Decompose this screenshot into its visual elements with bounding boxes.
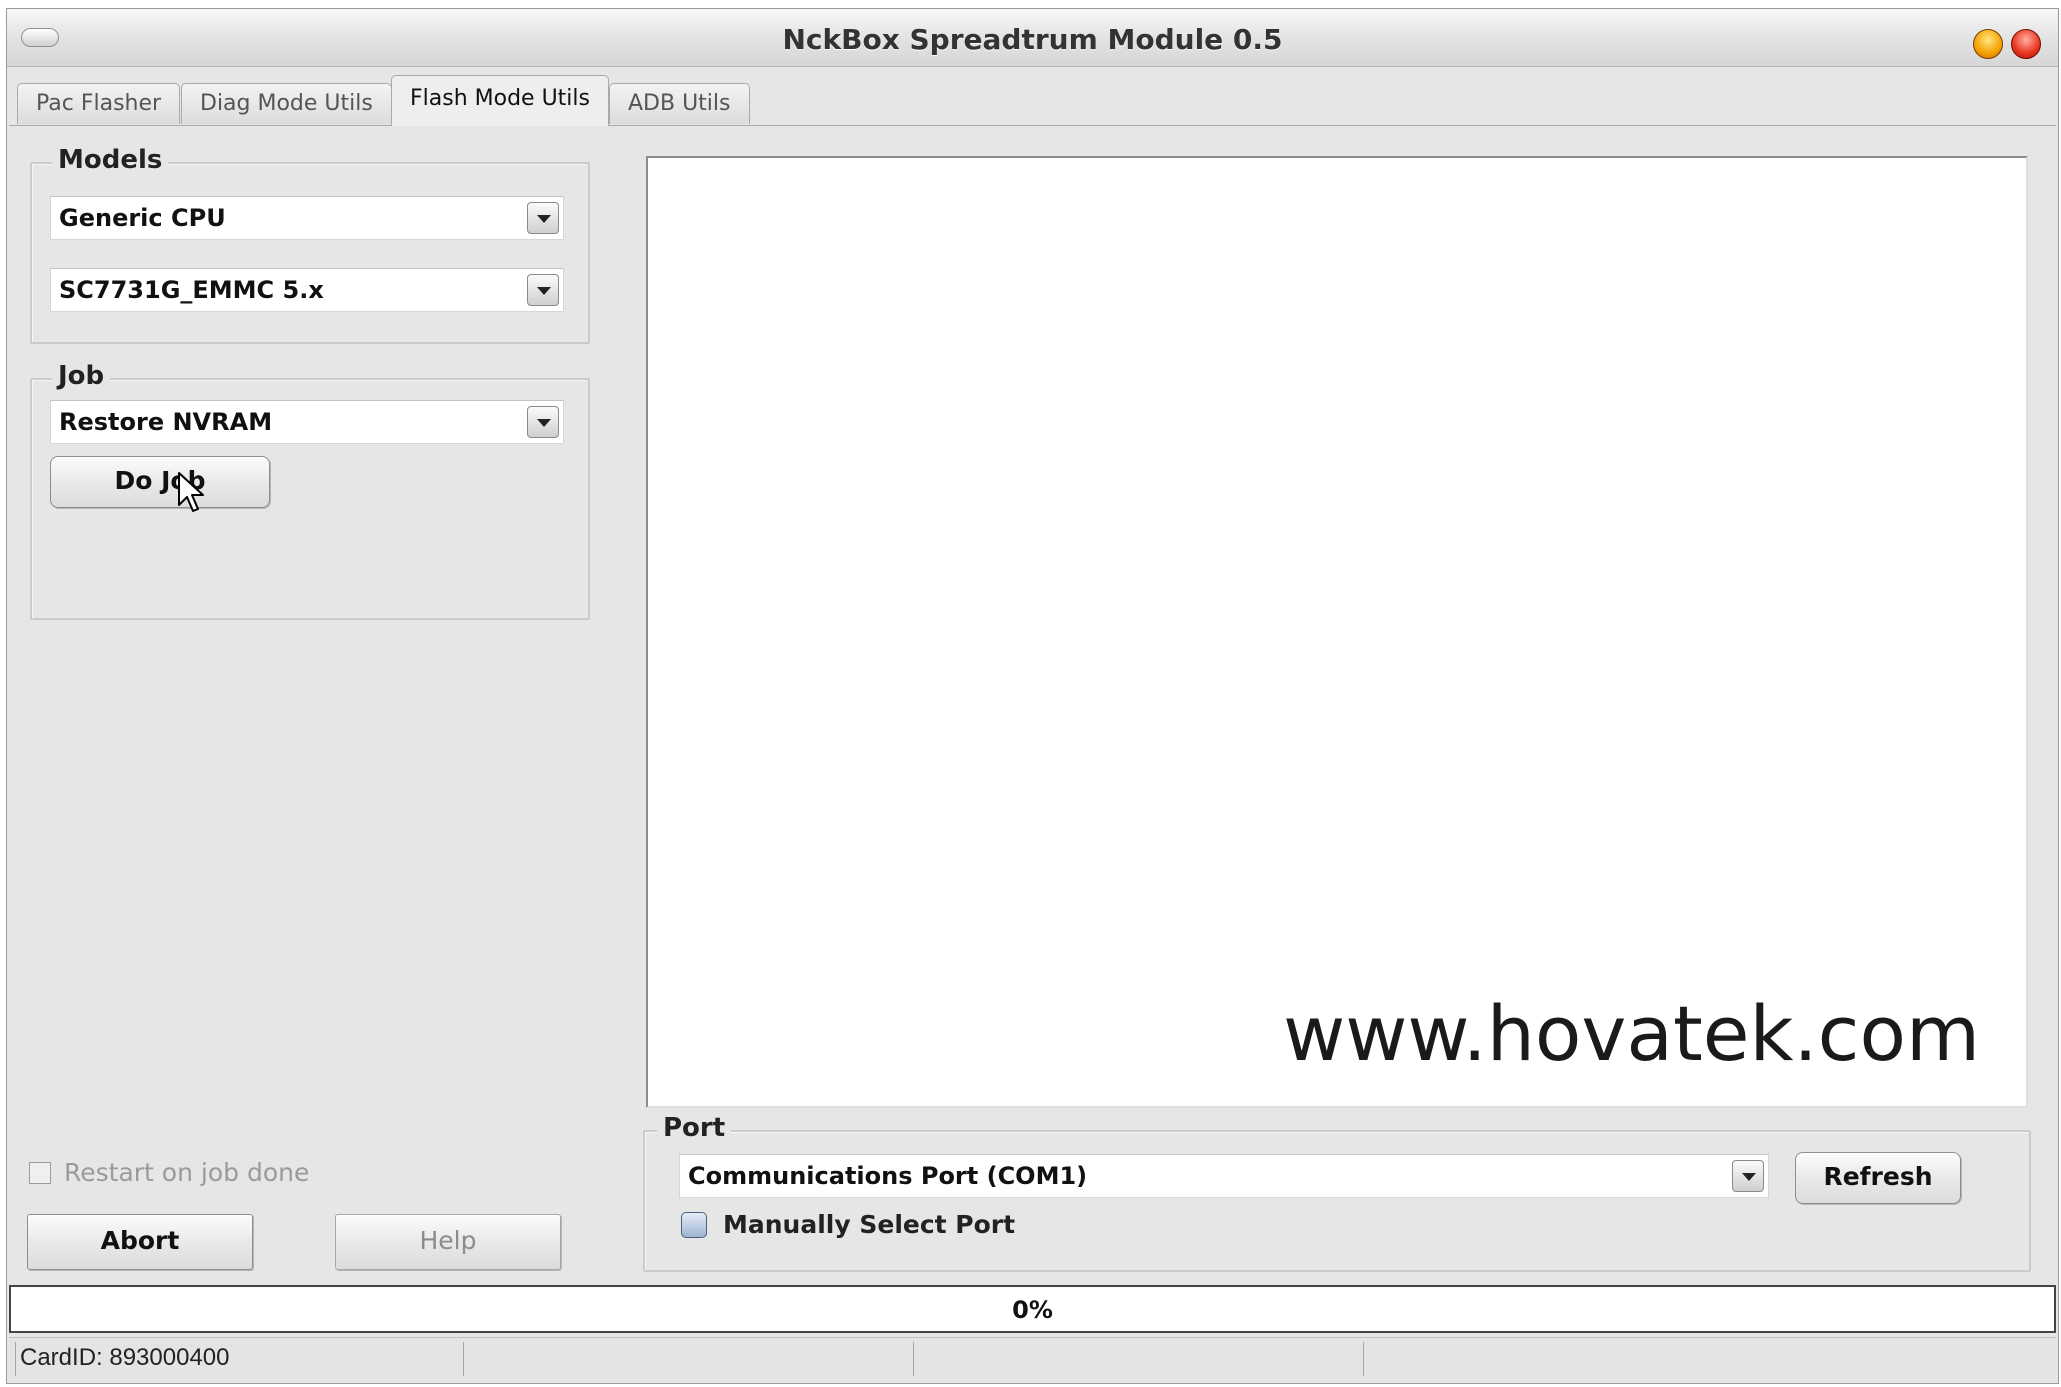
close-button[interactable] <box>2011 29 2041 59</box>
job-group-label: Job <box>52 361 111 391</box>
minimize-button[interactable] <box>1973 29 2003 59</box>
tab-flash-mode-utils[interactable]: Flash Mode Utils <box>391 75 609 126</box>
status-cell-2 <box>463 1342 913 1376</box>
help-button[interactable]: Help <box>335 1214 561 1270</box>
job-select[interactable]: Restore NVRAM <box>50 400 564 444</box>
mouse-cursor-icon <box>178 472 204 512</box>
port-group-label: Port <box>657 1113 732 1143</box>
tab-adb-utils[interactable]: ADB Utils <box>609 83 750 124</box>
window-title: NckBox Spreadtrum Module 0.5 <box>782 23 1283 56</box>
models-group: Models Generic CPU SC7731G_EMMC 5.x <box>30 145 590 344</box>
port-group: Port Communications Port (COM1) Refresh … <box>643 1113 2031 1272</box>
title-bar[interactable]: NckBox Spreadtrum Module 0.5 <box>7 9 2058 67</box>
tab-diag-mode-utils[interactable]: Diag Mode Utils <box>181 83 392 124</box>
app-window: NckBox Spreadtrum Module 0.5 Pac Flasher… <box>6 8 2059 1384</box>
status-card-id: CardID: 893000400 <box>15 1342 463 1376</box>
cpu-select-value: Generic CPU <box>59 204 226 232</box>
chevron-down-icon[interactable] <box>527 406 559 438</box>
abort-button[interactable]: Abort <box>27 1214 253 1270</box>
models-group-label: Models <box>52 145 169 175</box>
chip-model-select[interactable]: SC7731G_EMMC 5.x <box>50 268 564 312</box>
flash-mode-utils-panel: Models Generic CPU SC7731G_EMMC 5.x Job … <box>9 125 2056 1285</box>
chevron-down-icon[interactable] <box>1732 1160 1764 1192</box>
chevron-down-icon[interactable] <box>527 274 559 306</box>
job-select-value: Restore NVRAM <box>59 408 273 436</box>
refresh-button[interactable]: Refresh <box>1795 1152 1961 1204</box>
chip-model-select-value: SC7731G_EMMC 5.x <box>59 276 324 304</box>
do-job-button[interactable]: Do Job <box>50 456 270 508</box>
log-output[interactable]: www.hovatek.com <box>646 156 2028 1108</box>
job-group: Job Restore NVRAM Do Job <box>30 361 590 620</box>
progress-text: 0% <box>1012 1296 1053 1324</box>
port-select-value: Communications Port (COM1) <box>688 1162 1088 1190</box>
status-cell-4 <box>1363 1342 2053 1376</box>
progress-bar: 0% <box>9 1285 2056 1333</box>
watermark-text: www.hovatek.com <box>1283 989 1980 1078</box>
restart-on-done-label: Restart on job done <box>64 1158 310 1187</box>
manual-port-label: Manually Select Port <box>723 1210 1016 1239</box>
manual-port-checkbox[interactable] <box>681 1212 707 1238</box>
cpu-select[interactable]: Generic CPU <box>50 196 564 240</box>
restart-on-done-checkbox[interactable] <box>29 1162 51 1184</box>
tab-pac-flasher[interactable]: Pac Flasher <box>17 83 181 124</box>
status-bar: CardID: 893000400 <box>9 1337 2056 1381</box>
port-select[interactable]: Communications Port (COM1) <box>679 1154 1769 1198</box>
status-cell-3 <box>913 1342 1363 1376</box>
chevron-down-icon[interactable] <box>527 202 559 234</box>
